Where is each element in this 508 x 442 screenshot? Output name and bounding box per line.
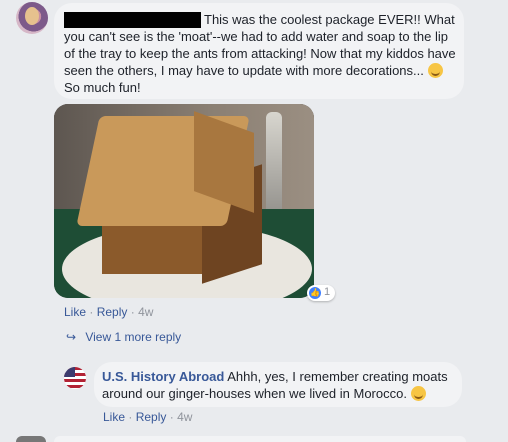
next-comment-edge: [0, 436, 508, 442]
separator: ·: [169, 410, 174, 424]
separator: ·: [130, 305, 135, 319]
gingerbread-house-photo[interactable]: [54, 104, 314, 298]
reply-author-name[interactable]: U.S. History Abroad: [102, 369, 224, 384]
next-avatar: [16, 436, 46, 442]
separator: ·: [128, 410, 133, 424]
smiley-emoji-icon: [427, 63, 443, 78]
like-link[interactable]: Like: [64, 305, 86, 319]
reply-author-avatar[interactable]: [64, 367, 86, 389]
next-bubble: [54, 436, 466, 442]
reply-text-block: U.S. History Abroad Ahhh, yes, I remembe…: [102, 368, 457, 402]
photo-candlestick: [266, 112, 282, 222]
comment-actions: Like · Reply · 4w: [64, 305, 153, 319]
reply-like-link[interactable]: Like: [103, 410, 125, 424]
reaction-badge[interactable]: 👍 1: [307, 285, 335, 301]
comment-text-tail: So much fun!: [64, 80, 141, 95]
view-more-label[interactable]: View 1 more reply: [85, 330, 181, 344]
reply-arrow-icon: ↪: [66, 330, 77, 344]
reply-time[interactable]: 4w: [177, 410, 192, 424]
reaction-count: 1: [324, 286, 331, 298]
smiley-emoji-icon: [410, 386, 426, 401]
commenter-avatar[interactable]: [16, 2, 48, 34]
reply-bubble: U.S. History Abroad Ahhh, yes, I remembe…: [94, 362, 462, 407]
comment-bubble: This was the coolest package EVER!! What…: [54, 3, 464, 99]
view-more-replies[interactable]: ↪ View 1 more reply: [66, 330, 181, 344]
like-icon: 👍: [309, 287, 321, 299]
comment-text: This was the coolest package EVER!! What…: [64, 12, 456, 78]
separator: ·: [89, 305, 94, 319]
comment-time[interactable]: 4w: [138, 305, 153, 319]
reply-actions: Like · Reply · 4w: [103, 410, 192, 424]
comment-text-block: This was the coolest package EVER!! What…: [64, 11, 459, 96]
reply-reply-link[interactable]: Reply: [136, 410, 167, 424]
reply-link[interactable]: Reply: [97, 305, 128, 319]
